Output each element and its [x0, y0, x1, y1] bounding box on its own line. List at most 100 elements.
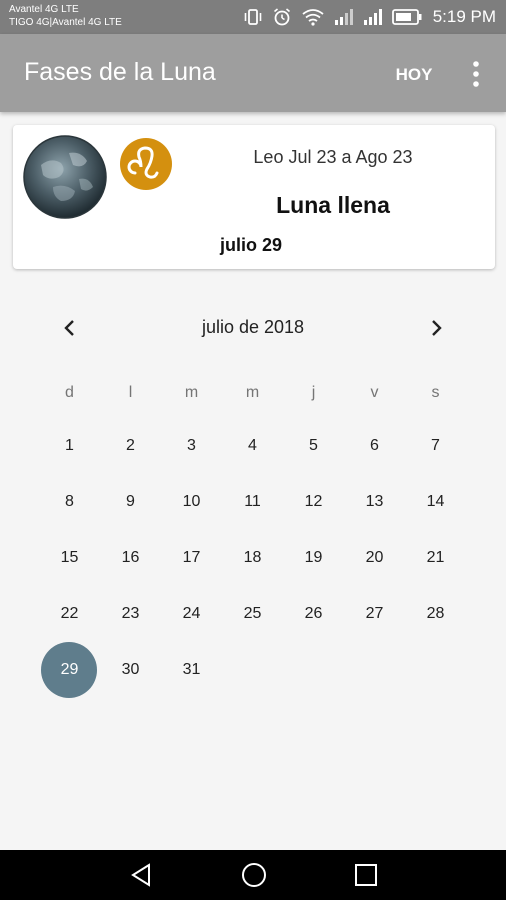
- weekday-label: l: [128, 384, 133, 401]
- phase-date: julio 29: [220, 235, 283, 255]
- status-bar: Avantel 4G LTE TIGO 4G|Avantel 4G LTE 5:…: [0, 0, 506, 34]
- screen: Avantel 4G LTE TIGO 4G|Avantel 4G LTE 5:…: [0, 0, 506, 900]
- full-moon-icon: [23, 135, 107, 219]
- day-number: 22: [60, 605, 79, 622]
- day-number: 3: [187, 437, 196, 454]
- day-number: 5: [309, 437, 318, 454]
- day-number: 19: [304, 549, 323, 566]
- day-number: 21: [426, 549, 445, 566]
- leo-icon: [119, 137, 173, 191]
- day-number: 31: [182, 661, 201, 678]
- alarm-icon: [272, 7, 292, 27]
- calendar-day[interactable]: 26: [283, 586, 344, 642]
- weekday-label: m: [184, 384, 199, 401]
- calendar-day[interactable]: 8: [39, 474, 100, 530]
- carrier-label-1: Avantel 4G LTE: [9, 4, 79, 15]
- day-number: 23: [121, 605, 140, 622]
- calendar-day[interactable]: 16: [100, 530, 161, 586]
- calendar-day-empty: [405, 642, 466, 698]
- wifi-icon: [301, 8, 325, 26]
- calendar-day-selected[interactable]: 29: [39, 642, 100, 698]
- day-number: 18: [243, 549, 262, 566]
- calendar-day[interactable]: 12: [283, 474, 344, 530]
- app-bar: Fases de la Luna HOY: [0, 34, 506, 112]
- back-icon[interactable]: [127, 860, 157, 890]
- day-number: 11: [244, 493, 261, 510]
- chevron-left-icon: [64, 320, 74, 336]
- week-row: 15 16 17 18 19 20 21: [39, 530, 466, 586]
- calendar-day[interactable]: 5: [283, 418, 344, 474]
- calendar-day[interactable]: 24: [161, 586, 222, 642]
- clock: 5:19 PM: [432, 7, 496, 26]
- calendar-day[interactable]: 18: [222, 530, 283, 586]
- phase-name: Luna llena: [276, 192, 390, 218]
- calendar-day[interactable]: 6: [344, 418, 405, 474]
- calendar-day-empty: [344, 642, 405, 698]
- day-number: 10: [182, 493, 201, 510]
- calendar-day[interactable]: 20: [344, 530, 405, 586]
- calendar-day[interactable]: 19: [283, 530, 344, 586]
- day-number: 29: [60, 661, 79, 678]
- calendar-day[interactable]: 28: [405, 586, 466, 642]
- calendar-day[interactable]: 7: [405, 418, 466, 474]
- day-number: 13: [365, 493, 384, 510]
- weekday-label: s: [431, 384, 440, 401]
- day-number: 12: [304, 493, 323, 510]
- calendar-header: julio de 2018: [40, 306, 466, 350]
- week-row: 22 23 24 25 26 27 28: [39, 586, 466, 642]
- week-row: 29 30 31: [39, 642, 466, 698]
- day-number: 30: [121, 661, 140, 678]
- day-number: 28: [426, 605, 445, 622]
- calendar-day[interactable]: 1: [39, 418, 100, 474]
- status-icons: 5:19 PM: [243, 0, 496, 34]
- calendar-day[interactable]: 15: [39, 530, 100, 586]
- calendar-day[interactable]: 11: [222, 474, 283, 530]
- day-number: 20: [365, 549, 384, 566]
- calendar-day[interactable]: 3: [161, 418, 222, 474]
- calendar-day[interactable]: 30: [100, 642, 161, 698]
- recents-icon[interactable]: [351, 860, 381, 890]
- today-button[interactable]: HOY: [384, 60, 444, 90]
- week-row: 8 9 10 11 12 13 14: [39, 474, 466, 530]
- app-title: Fases de la Luna: [24, 58, 216, 86]
- weekday-label: v: [370, 384, 379, 401]
- day-number: 1: [65, 437, 74, 454]
- calendar-day[interactable]: 23: [100, 586, 161, 642]
- carrier-label-2: TIGO 4G|Avantel 4G LTE: [9, 17, 122, 28]
- weekday-row: d l m m j v s: [39, 380, 466, 406]
- calendar-day[interactable]: 9: [100, 474, 161, 530]
- calendar-day[interactable]: 22: [39, 586, 100, 642]
- calendar-day[interactable]: 31: [161, 642, 222, 698]
- calendar-day[interactable]: 4: [222, 418, 283, 474]
- day-number: 25: [243, 605, 262, 622]
- more-vert-icon[interactable]: [462, 58, 490, 90]
- calendar-day[interactable]: 10: [161, 474, 222, 530]
- day-number: 7: [431, 437, 440, 454]
- weekday-label: m: [245, 384, 260, 401]
- day-number: 26: [304, 605, 323, 622]
- system-nav-bar: [0, 850, 506, 900]
- signal-icon: [363, 8, 383, 26]
- day-number: 8: [65, 493, 74, 510]
- calendar-day[interactable]: 25: [222, 586, 283, 642]
- sign-range-label: Leo Jul 23 a Ago 23: [253, 147, 413, 167]
- chevron-right-icon: [432, 320, 442, 336]
- calendar-day-empty: [283, 642, 344, 698]
- day-number: 27: [365, 605, 384, 622]
- calendar-day[interactable]: 27: [344, 586, 405, 642]
- calendar-day[interactable]: 13: [344, 474, 405, 530]
- calendar-day[interactable]: 2: [100, 418, 161, 474]
- calendar-day[interactable]: 17: [161, 530, 222, 586]
- calendar-day[interactable]: 21: [405, 530, 466, 586]
- calendar-day[interactable]: 14: [405, 474, 466, 530]
- day-number: 24: [182, 605, 201, 622]
- vibrate-icon: [243, 8, 263, 26]
- day-number: 17: [182, 549, 201, 566]
- previous-month-button[interactable]: [48, 306, 92, 350]
- home-icon[interactable]: [239, 860, 269, 890]
- phase-card: Leo Jul 23 a Ago 23 Luna llena julio 29: [13, 125, 495, 269]
- signal-icon: [334, 8, 354, 26]
- weekday-label: j: [311, 384, 316, 401]
- next-month-button[interactable]: [414, 306, 458, 350]
- weekday-label: d: [65, 384, 74, 401]
